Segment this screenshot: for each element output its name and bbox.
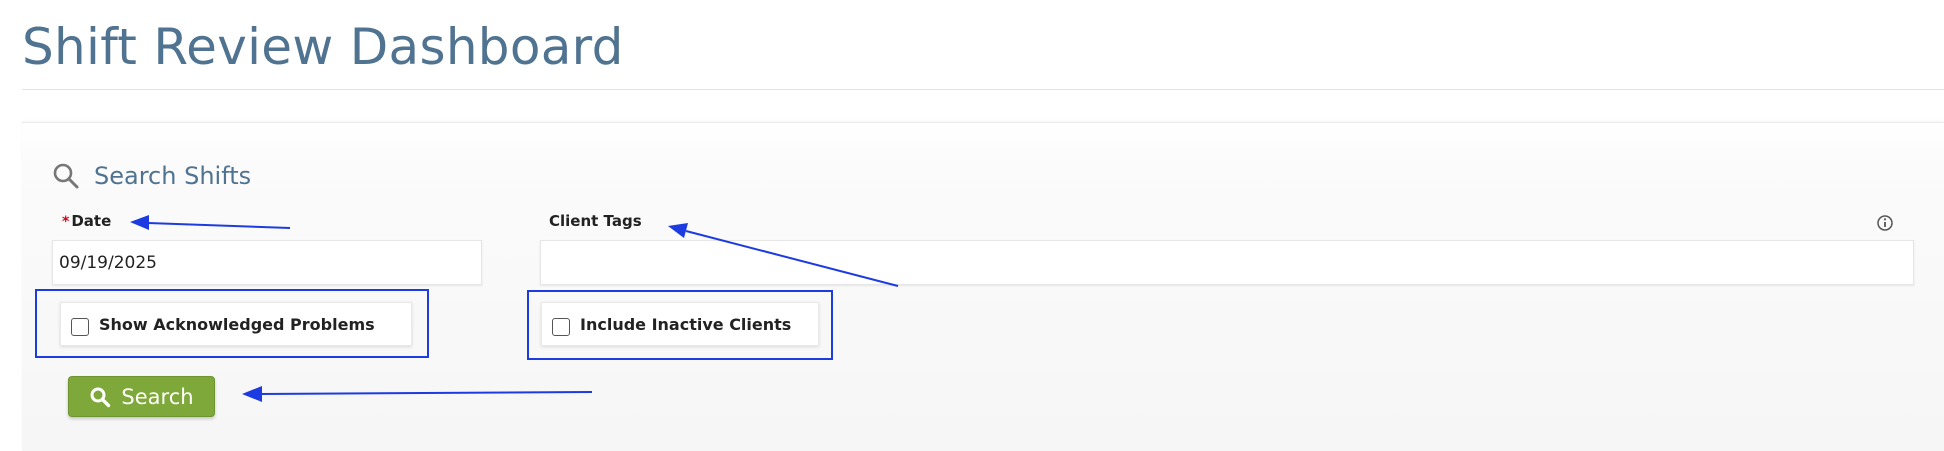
date-input[interactable]: 09/19/2025 <box>52 240 482 285</box>
annotation-highlight-acknowledged <box>35 289 429 358</box>
search-panel <box>22 122 1944 451</box>
client-tags-label: Client Tags <box>549 212 642 230</box>
search-button-label: Search <box>121 384 194 409</box>
page-title: Shift Review Dashboard <box>22 18 624 76</box>
date-label: * Date <box>62 212 111 230</box>
info-icon[interactable] <box>1876 214 1894 232</box>
date-label-text: Date <box>71 212 112 230</box>
search-button[interactable]: Search <box>68 376 215 417</box>
title-divider <box>22 89 1944 90</box>
search-panel-header: Search Shifts <box>52 158 251 194</box>
client-tags-input[interactable] <box>540 240 1914 285</box>
search-panel-title: Search Shifts <box>94 162 252 190</box>
annotation-highlight-inactive <box>527 290 833 360</box>
search-icon <box>89 386 111 408</box>
search-icon <box>52 162 80 190</box>
required-marker: * <box>62 214 70 230</box>
